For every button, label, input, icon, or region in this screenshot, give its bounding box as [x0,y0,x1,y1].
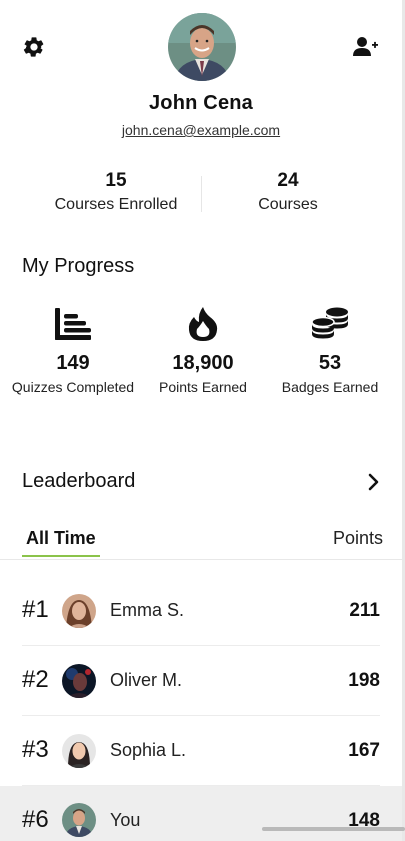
points-earned-card: 18,900 Points Earned [137,304,269,398]
player-name: Sophia L. [110,740,187,760]
leaderboard-row[interactable]: #3 Sophia L. 167 [22,716,380,786]
profile-photo [168,13,236,81]
quizzes-completed-card: 149 Quizzes Completed [7,304,139,398]
avatar [62,803,96,837]
courses-enrolled-stat: 15 Courses Enrolled [16,170,216,214]
progress-value: 18,900 [172,352,234,374]
user-name: John Cena [148,92,254,114]
settings-button[interactable] [19,32,49,62]
stats-summary: 15 Courses Enrolled 24 Courses [0,170,402,218]
leaderboard-row[interactable]: #2 Oliver M. 198 [22,646,380,716]
points-column-header: Points [332,528,383,548]
add-user-icon [353,37,378,56]
stat-label: Courses [258,196,318,213]
add-friend-button[interactable] [351,32,381,62]
chevron-right-icon [368,473,379,491]
progress-label: Points Earned [159,379,247,395]
player-points: 198 [348,670,380,691]
avatar [62,594,96,628]
profile-header: John Cena john.cena@example.com [0,0,405,150]
my-progress-title: My Progress [22,255,135,277]
badges-earned-card: 53 Badges Earned [264,304,396,398]
progress-value: 53 [318,352,342,374]
user-email-link[interactable]: john.cena@example.com [0,122,402,138]
leaderboard-title: Leaderboard [22,470,136,492]
rank: #3 [22,736,49,763]
profile-avatar[interactable] [168,13,236,81]
rank: #6 [22,806,49,833]
rank: #2 [22,666,49,693]
current-user-leaderboard-row[interactable]: #6 You 148 [22,786,380,841]
leaderboard-tabs: All Time Points [0,528,402,560]
gear-icon [23,37,44,57]
avatar [62,734,96,768]
player-name: Emma S. [110,600,185,620]
player-points: 167 [348,740,380,761]
coins-icon [264,304,396,344]
stat-value: 24 [277,170,299,191]
fire-icon [137,304,269,344]
tab-all-time[interactable]: All Time [22,528,100,557]
progress-label: Badges Earned [281,379,379,395]
leaderboard-header-link[interactable]: Leaderboard [0,468,402,498]
leaderboard-row[interactable]: #1 Emma S. 211 [22,576,380,646]
progress-label: Quizzes Completed [11,379,135,395]
rank: #1 [22,596,49,623]
stat-value: 15 [105,170,127,191]
progress-value: 149 [56,352,90,374]
bar-chart-icon [7,304,139,344]
courses-stat: 24 Courses [188,170,388,214]
player-name: Oliver M. [110,670,182,690]
stat-label: Courses Enrolled [54,196,178,213]
scroll-indicator[interactable] [262,827,405,831]
avatar [62,664,96,698]
player-points: 211 [349,600,380,621]
player-name: You [110,810,141,830]
